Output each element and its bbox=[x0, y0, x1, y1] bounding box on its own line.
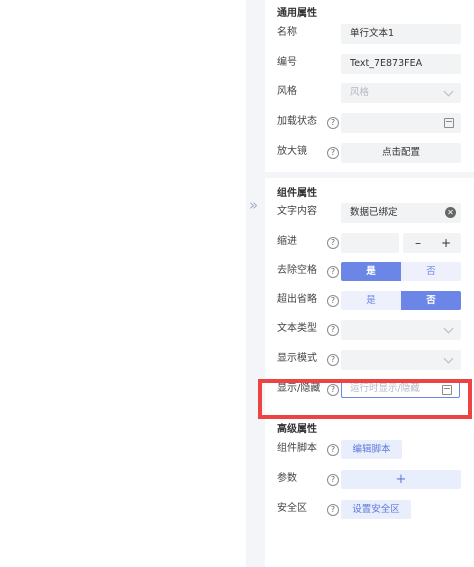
content-label: 文字内容 bbox=[277, 206, 317, 217]
name-input[interactable]: 单行文本1 bbox=[341, 24, 461, 44]
edit-script-button[interactable]: 编辑脚本 bbox=[341, 440, 402, 459]
loading-input[interactable] bbox=[341, 113, 461, 133]
display-mode-select[interactable] bbox=[341, 350, 461, 370]
section-title-advanced: 高级属性 bbox=[277, 424, 317, 435]
clear-icon[interactable]: ✕ bbox=[445, 207, 456, 218]
help-icon[interactable]: ? bbox=[327, 444, 339, 456]
minus-button[interactable]: – bbox=[404, 233, 432, 253]
help-icon[interactable]: ? bbox=[327, 504, 339, 516]
script-label: 组件脚本 bbox=[277, 443, 317, 454]
content-input[interactable]: 数据已绑定 ✕ bbox=[341, 203, 461, 223]
text-type-label: 文本类型 bbox=[277, 323, 317, 334]
indent-label: 缩进 bbox=[277, 236, 297, 247]
params-label: 参数 bbox=[277, 473, 297, 484]
highlight-box bbox=[258, 379, 472, 419]
add-param-button[interactable]: + bbox=[341, 470, 461, 489]
chevron-down-icon bbox=[443, 353, 454, 364]
trim-toggle: 是 否 bbox=[341, 262, 461, 281]
content-value: 数据已绑定 bbox=[350, 207, 398, 218]
section-title-common: 通用属性 bbox=[277, 8, 317, 19]
properties-editor: » 通用属性 名称 单行文本1 编号 Text_7E873FEA 风格 风格 加… bbox=[0, 0, 474, 567]
indent-stepper: – + bbox=[403, 233, 461, 253]
plus-button[interactable]: + bbox=[432, 233, 460, 253]
help-icon[interactable]: ? bbox=[327, 117, 339, 129]
help-icon[interactable]: ? bbox=[327, 266, 339, 278]
ellipsis-no-option[interactable]: 否 bbox=[401, 291, 461, 310]
code-label: 编号 bbox=[277, 57, 297, 68]
section-title-component: 组件属性 bbox=[277, 188, 317, 199]
code-input[interactable]: Text_7E873FEA bbox=[341, 54, 461, 74]
loading-label: 加载状态 bbox=[277, 116, 317, 127]
display-mode-label: 显示模式 bbox=[277, 353, 317, 364]
help-icon[interactable]: ? bbox=[327, 474, 339, 486]
safe-area-button[interactable]: 设置安全区 bbox=[341, 500, 411, 519]
indent-input[interactable] bbox=[341, 233, 399, 253]
help-icon[interactable]: ? bbox=[327, 237, 339, 249]
magnifier-config-button[interactable]: 点击配置 bbox=[341, 143, 461, 163]
help-icon[interactable]: ? bbox=[327, 147, 339, 159]
style-select[interactable]: 风格 bbox=[341, 83, 461, 103]
help-icon[interactable]: ? bbox=[327, 324, 339, 336]
trim-label: 去除空格 bbox=[277, 265, 317, 276]
chevron-down-icon bbox=[443, 323, 454, 334]
ellipsis-label: 超出省略 bbox=[277, 294, 317, 305]
double-chevron-right-icon[interactable]: » bbox=[249, 197, 263, 213]
help-icon[interactable]: ? bbox=[327, 295, 339, 307]
style-label: 风格 bbox=[277, 86, 297, 97]
collapse-strip[interactable] bbox=[246, 0, 265, 567]
canvas-area bbox=[0, 0, 246, 567]
chevron-down-icon bbox=[443, 86, 454, 97]
expression-icon[interactable] bbox=[444, 118, 454, 128]
ellipsis-toggle: 是 否 bbox=[341, 291, 461, 310]
name-label: 名称 bbox=[277, 27, 297, 38]
text-type-select[interactable] bbox=[341, 320, 461, 340]
trim-no-option[interactable]: 否 bbox=[401, 262, 461, 281]
trim-yes-option[interactable]: 是 bbox=[341, 262, 401, 281]
style-select-value: 风格 bbox=[350, 87, 370, 98]
section-divider bbox=[265, 172, 474, 178]
help-icon[interactable]: ? bbox=[327, 354, 339, 366]
ellipsis-yes-option[interactable]: 是 bbox=[341, 291, 401, 310]
magnifier-label: 放大镜 bbox=[277, 146, 307, 157]
safe-area-label: 安全区 bbox=[277, 503, 307, 514]
